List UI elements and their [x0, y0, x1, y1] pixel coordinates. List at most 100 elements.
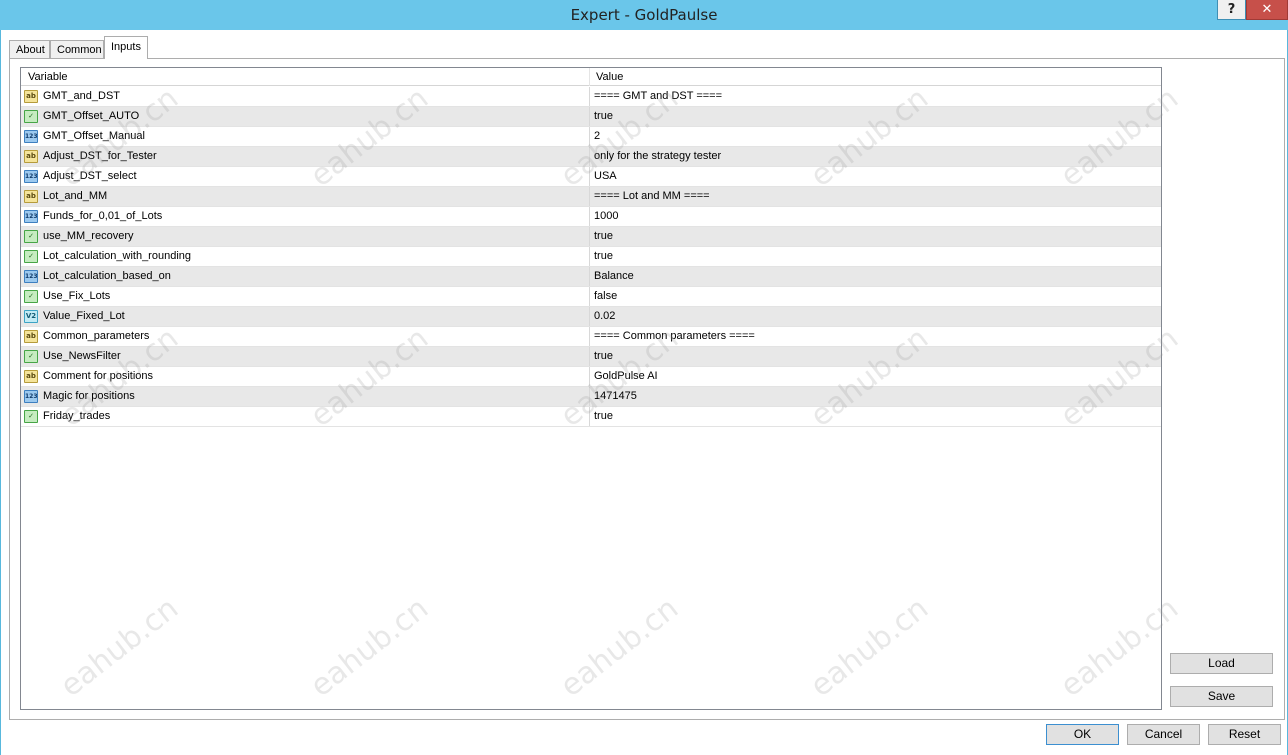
string-type-icon: ab: [24, 90, 38, 103]
value-cell[interactable]: ==== Common parameters ====: [591, 327, 1161, 346]
variable-cell: ab Comment for positions: [21, 367, 590, 386]
ok-button[interactable]: OK: [1046, 724, 1119, 745]
variable-cell: 123 Lot_calculation_based_on: [21, 267, 590, 286]
variable-cell: ✓ GMT_Offset_AUTO: [21, 107, 590, 126]
value-cell[interactable]: only for the strategy tester: [591, 147, 1161, 166]
value-cell[interactable]: true: [591, 107, 1161, 126]
table-row[interactable]: 123 Magic for positions 1471475: [21, 387, 1161, 407]
table-row[interactable]: ✓ Use_Fix_Lots false: [21, 287, 1161, 307]
variable-cell: ✓ Use_Fix_Lots: [21, 287, 590, 306]
tab-about[interactable]: About: [9, 40, 50, 58]
reset-button[interactable]: Reset: [1208, 724, 1281, 745]
boolean-type-icon: ✓: [24, 230, 38, 243]
variable-name: Adjust_DST_select: [43, 170, 137, 182]
column-header-value[interactable]: Value: [590, 68, 1161, 86]
variable-name: use_MM_recovery: [43, 230, 134, 242]
table-row[interactable]: V2 Value_Fixed_Lot 0.02: [21, 307, 1161, 327]
double-type-icon: V2: [24, 310, 38, 323]
close-button[interactable]: ✕: [1246, 0, 1288, 20]
variable-cell: 123 Funds_for_0,01_of_Lots: [21, 207, 590, 226]
table-row[interactable]: ab Adjust_DST_for_Tester only for the stra…: [21, 147, 1161, 167]
table-row[interactable]: ab Common_parameters ==== Common parameter…: [21, 327, 1161, 347]
value-cell[interactable]: 0.02: [591, 307, 1161, 326]
boolean-type-icon: ✓: [24, 410, 38, 423]
value-cell[interactable]: ==== Lot and MM ====: [591, 187, 1161, 206]
variable-name: Lot_calculation_based_on: [43, 270, 171, 282]
table-row[interactable]: 123 Funds_for_0,01_of_Lots 1000: [21, 207, 1161, 227]
table-row[interactable]: ✓ Friday_trades true: [21, 407, 1161, 427]
load-button[interactable]: Load: [1170, 653, 1273, 674]
string-type-icon: ab: [24, 370, 38, 383]
value-cell[interactable]: ==== GMT and DST ====: [591, 87, 1161, 106]
table-row[interactable]: 123 Adjust_DST_select USA: [21, 167, 1161, 187]
variable-cell: 123 GMT_Offset_Manual: [21, 127, 590, 146]
variable-name: Adjust_DST_for_Tester: [43, 150, 157, 162]
variable-cell: ab Lot_and_MM: [21, 187, 590, 206]
value-cell[interactable]: 1471475: [591, 387, 1161, 406]
help-button[interactable]: ?: [1217, 0, 1246, 20]
table-row[interactable]: 123 GMT_Offset_Manual 2: [21, 127, 1161, 147]
column-header-variable[interactable]: Variable: [21, 68, 590, 86]
integer-type-icon: 123: [24, 170, 38, 183]
table-row[interactable]: ab GMT_and_DST ==== GMT and DST ====: [21, 87, 1161, 107]
table-row[interactable]: ✓ Use_NewsFilter true: [21, 347, 1161, 367]
value-cell[interactable]: Balance: [591, 267, 1161, 286]
value-cell[interactable]: 2: [591, 127, 1161, 146]
variable-name: GMT_and_DST: [43, 90, 121, 102]
value-cell[interactable]: USA: [591, 167, 1161, 186]
integer-type-icon: 123: [24, 390, 38, 403]
variable-name: Magic for positions: [43, 390, 135, 402]
integer-type-icon: 123: [24, 130, 38, 143]
title-bar: Expert - GoldPaulse ? ✕: [0, 0, 1288, 30]
save-button[interactable]: Save: [1170, 686, 1273, 707]
table-row[interactable]: ✓ GMT_Offset_AUTO true: [21, 107, 1161, 127]
variable-cell: ✓ use_MM_recovery: [21, 227, 590, 246]
table-row[interactable]: ✓ Lot_calculation_with_rounding true: [21, 247, 1161, 267]
string-type-icon: ab: [24, 190, 38, 203]
value-cell[interactable]: true: [591, 227, 1161, 246]
value-cell[interactable]: false: [591, 287, 1161, 306]
variable-name: Lot_calculation_with_rounding: [43, 250, 191, 262]
variable-name: Friday_trades: [43, 410, 111, 422]
variable-name: Use_Fix_Lots: [43, 290, 111, 302]
variable-cell: ab GMT_and_DST: [21, 87, 590, 106]
table-row[interactable]: ✓ use_MM_recovery true: [21, 227, 1161, 247]
integer-type-icon: 123: [24, 210, 38, 223]
inputs-table[interactable]: Variable Value ab GMT_and_DST ==== GMT and…: [20, 67, 1162, 710]
table-header: Variable Value: [21, 68, 1161, 86]
variable-cell: ab Common_parameters: [21, 327, 590, 346]
table-row[interactable]: ab Comment for positions GoldPulse AI: [21, 367, 1161, 387]
value-cell[interactable]: 1000: [591, 207, 1161, 226]
table-row[interactable]: 123 Lot_calculation_based_on Balance: [21, 267, 1161, 287]
variable-name: Use_NewsFilter: [43, 350, 121, 362]
variable-cell: ✓ Use_NewsFilter: [21, 347, 590, 366]
variable-name: Comment for positions: [43, 370, 154, 382]
tab-inputs[interactable]: Inputs: [104, 36, 148, 59]
variable-name: GMT_Offset_AUTO: [43, 110, 140, 122]
boolean-type-icon: ✓: [24, 290, 38, 303]
value-cell[interactable]: true: [591, 247, 1161, 266]
tab-common[interactable]: Common: [50, 40, 104, 58]
variable-cell: 123 Adjust_DST_select: [21, 167, 590, 186]
value-cell[interactable]: true: [591, 407, 1161, 426]
window-title: Expert - GoldPaulse: [570, 6, 718, 24]
variable-cell: ab Adjust_DST_for_Tester: [21, 147, 590, 166]
integer-type-icon: 123: [24, 270, 38, 283]
variable-name: GMT_Offset_Manual: [43, 130, 145, 142]
boolean-type-icon: ✓: [24, 350, 38, 363]
value-cell[interactable]: GoldPulse AI: [591, 367, 1161, 386]
string-type-icon: ab: [24, 330, 38, 343]
variable-cell: ✓ Lot_calculation_with_rounding: [21, 247, 590, 266]
variable-name: Lot_and_MM: [43, 190, 108, 202]
string-type-icon: ab: [24, 150, 38, 163]
table-row[interactable]: ab Lot_and_MM ==== Lot and MM ====: [21, 187, 1161, 207]
variable-cell: V2 Value_Fixed_Lot: [21, 307, 590, 326]
variable-cell: 123 Magic for positions: [21, 387, 590, 406]
variable-name: Value_Fixed_Lot: [43, 310, 125, 322]
boolean-type-icon: ✓: [24, 110, 38, 123]
boolean-type-icon: ✓: [24, 250, 38, 263]
variable-name: Common_parameters: [43, 330, 150, 342]
variable-name: Funds_for_0,01_of_Lots: [43, 210, 163, 222]
cancel-button[interactable]: Cancel: [1127, 724, 1200, 745]
value-cell[interactable]: true: [591, 347, 1161, 366]
